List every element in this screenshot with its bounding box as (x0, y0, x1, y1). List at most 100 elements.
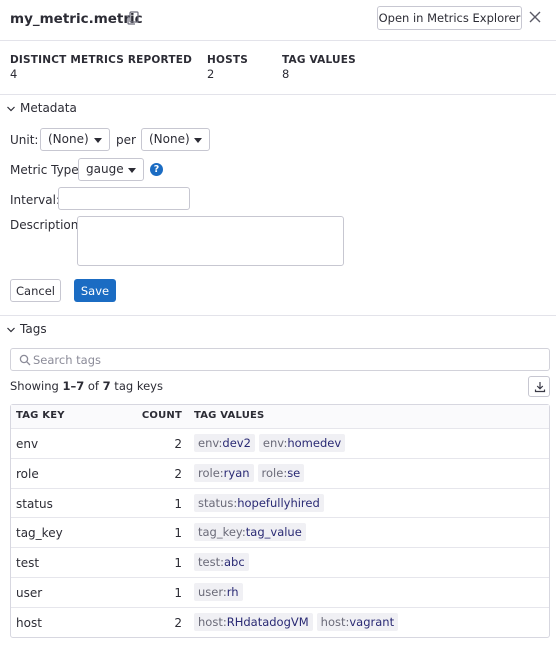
table-row[interactable]: role 2 role:ryan role:se (11, 457, 549, 488)
showing-of: of (84, 379, 103, 393)
tag-value-pill[interactable]: role:ryan (194, 463, 254, 482)
tag-count-cell: 2 (174, 615, 182, 630)
tag-value-text: se (287, 465, 301, 480)
tag-key-cell: test (16, 556, 40, 571)
table-row[interactable]: test 1 test:abc (11, 547, 549, 577)
tag-value-key: role: (261, 465, 288, 480)
tag-search-box (10, 348, 550, 371)
tag-value-text: vagrant (349, 614, 395, 629)
tag-value-key: status: (198, 495, 238, 510)
table-row[interactable]: user 1 user:rh (11, 576, 549, 607)
tag-value-key: role: (198, 465, 224, 480)
tag-value-pill[interactable]: role:se (257, 463, 305, 482)
panel-header: my_metric.metric Open in Metrics Explore… (0, 0, 556, 40)
tag-value-pill[interactable]: host:RHdatadogVM (194, 612, 313, 631)
cancel-button[interactable]: Cancel (10, 279, 61, 302)
tag-values-cell: host:RHdatadogVM host:vagrant (194, 612, 402, 631)
tag-value-text: tag_value (245, 525, 302, 540)
metric-type-select[interactable]: gauge (78, 158, 144, 181)
interval-input[interactable] (58, 187, 190, 210)
tag-count-cell: 1 (174, 496, 182, 511)
stat-value: 8 (282, 67, 290, 81)
table-row[interactable]: host 2 host:RHdatadogVM host:vagrant (11, 606, 549, 637)
tag-value-text: RHdatadogVM (226, 614, 309, 629)
tag-value-text: abc (223, 555, 245, 570)
stat-label: TAG VALUES (282, 54, 356, 66)
chevron-down-icon (7, 327, 15, 332)
showing-count: Showing 1–7 of 7 tag keys (10, 379, 163, 393)
metric-type-select-value: gauge (86, 162, 124, 176)
save-button[interactable]: Save (74, 279, 116, 302)
table-header-row: TAG KEY COUNT TAG VALUES (11, 405, 549, 428)
tag-key-cell: status (16, 496, 53, 511)
help-icon[interactable]: ? (150, 163, 163, 176)
tag-value-text: ryan (223, 465, 250, 480)
tag-value-pill[interactable]: tag_key:tag_value (194, 523, 306, 542)
tag-key-cell: tag_key (16, 526, 63, 541)
tag-count-cell: 1 (174, 585, 182, 600)
tag-count-cell: 1 (174, 556, 182, 571)
open-in-metrics-explorer-button[interactable]: Open in Metrics Explorer (377, 6, 522, 30)
tag-value-pill[interactable]: host:vagrant (316, 612, 399, 631)
stats-bar: DISTINCT METRICS REPORTED 4 HOSTS 2 TAG … (0, 40, 556, 95)
tag-value-pill[interactable]: env:dev2 (194, 434, 255, 452)
column-header-tag-key[interactable]: TAG KEY (16, 410, 65, 421)
tag-values-cell: role:ryan role:se (194, 463, 308, 482)
showing-prefix: Showing (10, 379, 63, 393)
column-header-tag-values: TAG VALUES (194, 410, 265, 421)
divider (0, 315, 556, 316)
tag-value-pill[interactable]: env:homedev (258, 434, 346, 452)
tags-section-toggle[interactable]: Tags (6, 322, 47, 336)
tag-value-key: host: (198, 614, 227, 629)
metadata-section-title: Metadata (20, 101, 77, 115)
table-row[interactable]: tag_key 1 tag_key:tag_value (11, 517, 549, 547)
tag-values-cell: env:dev2 env:homedev (194, 434, 349, 452)
tag-value-text: rh (226, 584, 239, 599)
table-row[interactable]: status 1 status:hopefullyhired (11, 487, 549, 518)
tag-key-cell: host (16, 615, 42, 630)
description-label: Description: (10, 218, 83, 232)
stat-value: 4 (10, 67, 18, 81)
showing-range: 1–7 (62, 379, 85, 393)
unit-select-value: (None) (48, 132, 89, 146)
close-icon[interactable] (527, 9, 543, 25)
table-row[interactable]: env 2 env:dev2 env:homedev (11, 428, 549, 458)
tag-values-cell: user:rh (194, 582, 247, 601)
search-icon (19, 354, 31, 366)
download-icon (534, 382, 546, 393)
copy-icon[interactable] (125, 10, 141, 26)
table-body: env 2 env:dev2 env:homedev role 2 role:ryan rol… (11, 428, 549, 637)
download-button[interactable] (528, 376, 550, 397)
tag-count-cell: 1 (174, 526, 182, 541)
column-header-count[interactable]: COUNT (142, 410, 182, 421)
tag-value-pill[interactable]: user:rh (194, 582, 243, 601)
unit-label: Unit: (10, 133, 39, 147)
metric-title: my_metric.metric (10, 11, 143, 27)
tag-value-key: test: (198, 555, 224, 570)
tag-value-key: tag_key: (198, 525, 246, 540)
showing-total: 7 (102, 379, 111, 393)
metric-type-label: Metric Type: (10, 163, 83, 177)
per-unit-select[interactable]: (None) (141, 128, 210, 151)
stat-label: DISTINCT METRICS REPORTED (10, 54, 193, 66)
per-unit-select-value: (None) (149, 132, 190, 146)
tag-count-cell: 2 (174, 437, 182, 451)
caret-down-icon (94, 138, 102, 143)
stat-value: 2 (207, 67, 215, 81)
tag-value-text: dev2 (222, 436, 251, 450)
tag-value-key: env: (198, 436, 223, 450)
caret-down-icon (194, 138, 202, 143)
stat-tag-values: TAG VALUES 8 (282, 54, 356, 81)
tag-value-pill[interactable]: status:hopefullyhired (194, 493, 324, 512)
metadata-section-toggle[interactable]: Metadata (6, 101, 77, 115)
description-textarea[interactable] (77, 216, 344, 266)
tag-count-cell: 2 (174, 466, 182, 481)
interval-label: Interval: (10, 193, 60, 207)
tag-search-input[interactable] (33, 351, 533, 368)
stat-hosts: HOSTS 2 (207, 54, 248, 81)
tag-value-pill[interactable]: test:abc (194, 553, 249, 572)
tags-table: TAG KEY COUNT TAG VALUES env 2 env:dev2 env… (10, 404, 550, 638)
stat-label: HOSTS (207, 54, 249, 66)
unit-select[interactable]: (None) (40, 128, 110, 151)
chevron-down-icon (7, 106, 15, 111)
